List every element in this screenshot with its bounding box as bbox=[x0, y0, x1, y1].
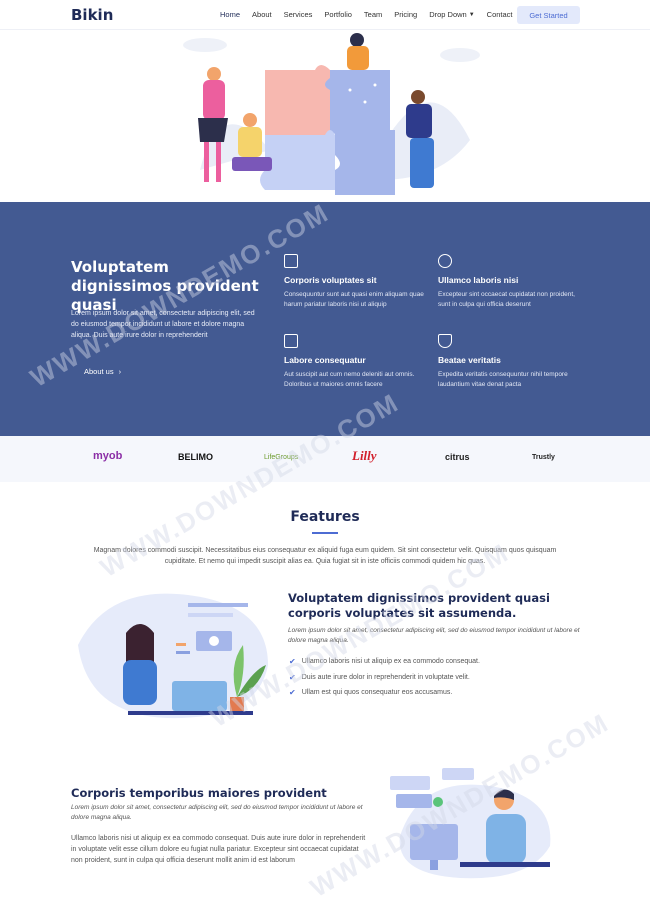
features-title: Features bbox=[290, 509, 360, 525]
list-item-text: Ullam est qui quos consequatur eos accus… bbox=[301, 689, 453, 697]
about-feature-text: Aut suscipit aut cum nemo deleniti aut o… bbox=[284, 371, 415, 388]
cube-icon bbox=[438, 254, 452, 268]
nav-dropdown-label: Drop Down bbox=[429, 10, 467, 19]
site-logo[interactable]: Bikin bbox=[71, 6, 113, 24]
chevron-down-icon: ▼ bbox=[468, 11, 475, 18]
about-feature-1: Corporis voluptates sit Consequuntur sun… bbox=[284, 254, 429, 310]
hero-illustration bbox=[0, 30, 650, 202]
nav-contact[interactable]: Contact bbox=[487, 10, 513, 19]
get-started-button[interactable]: Get Started bbox=[517, 6, 580, 24]
feature-1-italic: Lorem ipsum dolor sit amet, consectetur … bbox=[288, 627, 580, 644]
client-logo-myob: myob bbox=[93, 450, 123, 462]
list-item: ✔ Ullamco laboris nisi ut aliquip ex ea c… bbox=[289, 654, 480, 670]
feature-1-title: Voluptatem dignissimos provident quasi c… bbox=[288, 591, 550, 620]
about-section: Voluptatem dignissimos provident quasi L… bbox=[0, 202, 650, 436]
client-logo-lifegroups: LifeGroups bbox=[264, 454, 299, 461]
about-feature-title: Corporis voluptates sit bbox=[284, 275, 377, 285]
feature-2-title: Corporis temporibus maiores provident bbox=[71, 786, 327, 800]
document-icon bbox=[284, 254, 298, 268]
about-feature-title: Ullamco laboris nisi bbox=[438, 275, 519, 285]
about-us-label: About us bbox=[84, 367, 114, 376]
about-feature-title: Labore consequatur bbox=[284, 355, 366, 365]
check-icon: ✔ bbox=[289, 657, 296, 667]
nav-about[interactable]: About bbox=[252, 10, 272, 19]
feature-2-text: Ullamco laboris nisi ut aliquip ex ea co… bbox=[71, 835, 366, 864]
feature-1-list: ✔ Ullamco laboris nisi ut aliquip ex ea c… bbox=[289, 654, 480, 701]
about-feature-3: Labore consequatur Aut suscipit aut cum … bbox=[284, 334, 429, 390]
nav-home[interactable]: Home bbox=[220, 10, 240, 19]
client-logo-trustly: Trustly bbox=[532, 454, 555, 461]
nav-team[interactable]: Team bbox=[364, 10, 382, 19]
features-intro: Magnam dolores commodi suscipit. Necessi… bbox=[93, 547, 557, 565]
about-feature-text: Expedita veritatis consequuntur nihil te… bbox=[438, 371, 568, 388]
nav-portfolio[interactable]: Portfolio bbox=[324, 10, 352, 19]
image-icon bbox=[284, 334, 298, 348]
title-divider bbox=[312, 532, 338, 534]
about-feature-title: Beatae veritatis bbox=[438, 355, 501, 365]
about-feature-text: Excepteur sint occaecat cupidatat non pr… bbox=[438, 291, 575, 308]
check-icon: ✔ bbox=[289, 672, 296, 682]
about-title: Voluptatem dignissimos provident quasi bbox=[71, 258, 259, 314]
feature-2-italic: Lorem ipsum dolor sit amet, consectetur … bbox=[71, 804, 363, 821]
client-logo-citrus: citrus bbox=[445, 452, 470, 462]
chevron-right-icon: › bbox=[118, 367, 122, 376]
client-logo-belimo: BELIMO bbox=[178, 452, 213, 462]
about-feature-text: Consequuntur sunt aut quasi enim aliquam… bbox=[284, 291, 424, 308]
nav-pricing[interactable]: Pricing bbox=[394, 10, 417, 19]
list-item-text: Ullamco laboris nisi ut aliquip ex ea co… bbox=[301, 658, 480, 666]
client-logo-lilly: Lilly bbox=[352, 448, 377, 463]
main-nav: Home About Services Portfolio Team Prici… bbox=[220, 10, 525, 19]
about-text: Lorem ipsum dolor sit amet, consectetur … bbox=[71, 310, 255, 339]
desk-worker-illustration bbox=[380, 766, 560, 886]
check-icon: ✔ bbox=[289, 688, 296, 698]
list-item: ✔ Ullam est qui quos consequatur eos accu… bbox=[289, 685, 480, 701]
about-feature-4: Beatae veritatis Expedita veritatis cons… bbox=[438, 334, 583, 390]
about-feature-2: Ullamco laboris nisi Excepteur sint occa… bbox=[438, 254, 583, 310]
puzzle-team-illustration bbox=[183, 33, 480, 195]
list-item: ✔ Duis aute irure dolor in reprehenderit … bbox=[289, 670, 480, 686]
site-header: Bikin Home About Services Portfolio Team… bbox=[0, 0, 650, 30]
nav-dropdown[interactable]: Drop Down ▼ bbox=[429, 10, 474, 19]
about-us-button[interactable]: About us › bbox=[84, 367, 121, 376]
nav-services[interactable]: Services bbox=[284, 10, 313, 19]
support-agent-illustration bbox=[68, 585, 273, 725]
clients-strip: myob BELIMO LifeGroups Lilly citrus Trus… bbox=[0, 436, 650, 482]
list-item-text: Duis aute irure dolor in reprehenderit i… bbox=[301, 673, 470, 681]
shield-icon bbox=[438, 334, 452, 348]
